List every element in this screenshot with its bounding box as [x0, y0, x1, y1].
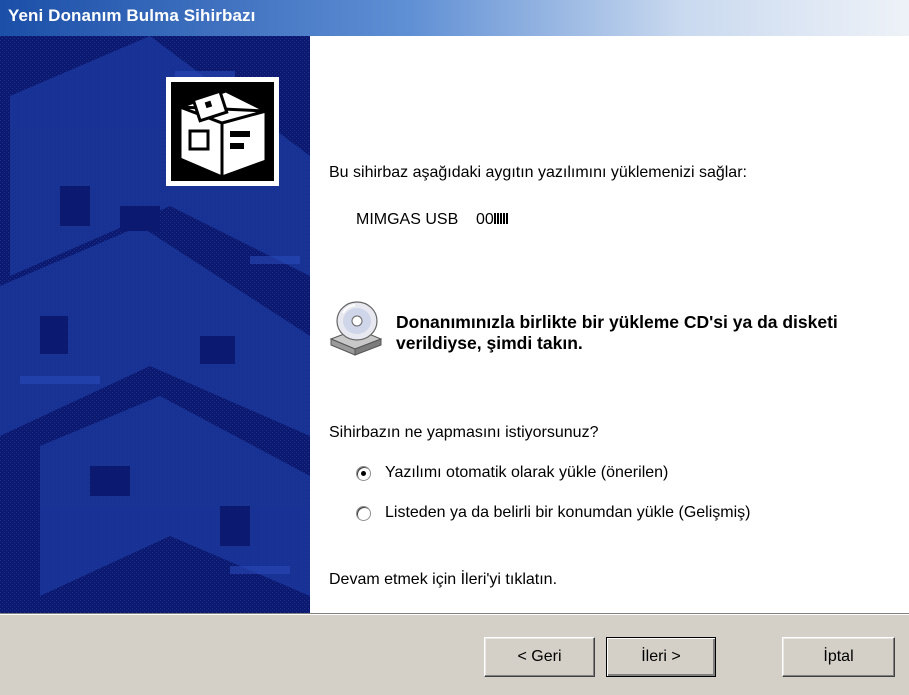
- wizard-content: Bu sihirbaz aşağıdaki aygıtın yazılımını…: [310, 36, 909, 613]
- device-name: MIMGAS USB 00: [356, 211, 509, 229]
- option-manual-install-label: Listeden ya da belirli bir konumdan yükl…: [385, 504, 751, 521]
- button-bar: < Geri İleri > İptal: [0, 613, 909, 695]
- hardware-board-icon: [166, 77, 279, 186]
- option-auto-install-label: Yazılımı otomatik olarak yükle (önerilen…: [385, 464, 669, 481]
- cancel-button[interactable]: İptal: [782, 637, 895, 677]
- continue-hint: Devam etmek için İleri'yi tıklatın.: [329, 571, 558, 588]
- footer-divider: [0, 613, 909, 615]
- radio-auto-install[interactable]: [356, 465, 371, 481]
- redacted-serial: [493, 213, 509, 224]
- option-manual-install[interactable]: Listeden ya da belirli bir konumdan yükl…: [356, 502, 751, 524]
- radio-manual-install[interactable]: [356, 505, 371, 521]
- title-bar[interactable]: Yeni Donanım Bulma Sihirbazı: [0, 0, 909, 36]
- insert-cd-prompt: Donanımınızla birlikte bir yükleme CD'si…: [396, 312, 838, 353]
- cd-drive-icon: [327, 299, 385, 357]
- option-auto-install[interactable]: Yazılımı otomatik olarak yükle (önerilen…: [356, 462, 668, 484]
- question-text: Sihirbazın ne yapmasını istiyorsunuz?: [329, 424, 599, 441]
- next-button[interactable]: İleri >: [606, 637, 716, 677]
- intro-text: Bu sihirbaz aşağıdaki aygıtın yazılımını…: [329, 164, 747, 181]
- wizard-banner: [0, 36, 310, 613]
- window-title: Yeni Donanım Bulma Sihirbazı: [8, 6, 256, 25]
- back-button[interactable]: < Geri: [484, 637, 595, 677]
